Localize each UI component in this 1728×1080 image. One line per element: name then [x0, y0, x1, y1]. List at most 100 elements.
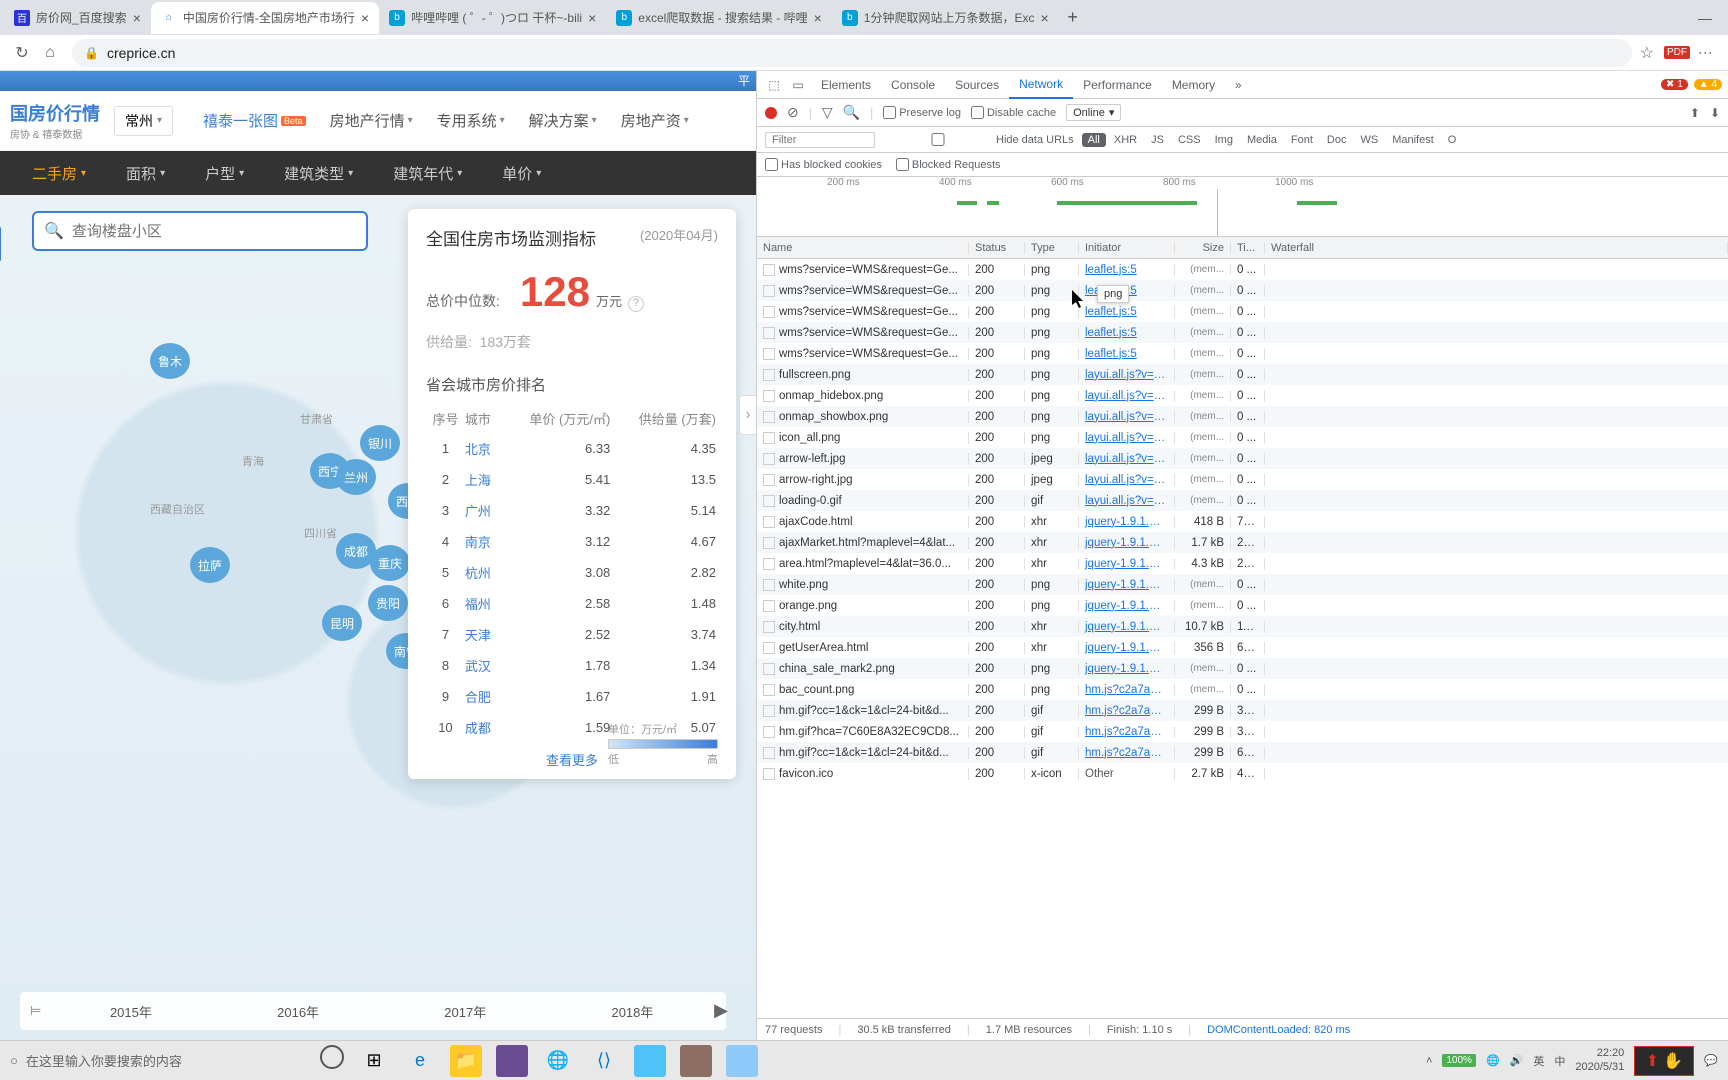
map-marker[interactable]: 重庆 — [370, 545, 410, 581]
rank-row[interactable]: 8武汉1.781.34 — [428, 651, 716, 680]
more-tabs-icon[interactable]: » — [1227, 78, 1249, 92]
record-button[interactable] — [765, 107, 777, 119]
filter-pill[interactable]: Media — [1241, 133, 1283, 147]
network-row[interactable]: onmap_hidebox.png200pnglayui.all.js?v=2.… — [757, 385, 1728, 406]
blocked-requests-checkbox[interactable]: Blocked Requests — [896, 158, 1001, 171]
nav-item[interactable]: 房地产资 ▾ — [609, 110, 701, 131]
network-row[interactable]: wms?service=WMS&request=Ge...200pngleafl… — [757, 301, 1728, 322]
network-row[interactable]: ajaxMarket.html?maplevel=4&lat...200xhrj… — [757, 532, 1728, 553]
network-row[interactable]: wms?service=WMS&request=Ge...200pngleafl… — [757, 259, 1728, 280]
taskbar-search[interactable]: ○ 在这里输入你要搜索的内容 — [0, 1051, 300, 1070]
filter-pill[interactable]: Manifest — [1386, 133, 1440, 147]
ime-en-icon[interactable]: 英 — [1533, 1053, 1544, 1069]
app-blue-icon[interactable] — [634, 1045, 666, 1077]
browser-tab[interactable]: bexcel爬取数据 - 搜索结果 - 哔哩× — [606, 2, 832, 34]
help-icon[interactable]: ? — [628, 296, 644, 312]
filter-item[interactable]: 建筑年代 ▾ — [373, 163, 482, 184]
close-tab-icon[interactable]: × — [1040, 10, 1048, 26]
filter-pill[interactable]: All — [1082, 133, 1106, 147]
rank-row[interactable]: 3广州3.325.14 — [428, 496, 716, 525]
close-tab-icon[interactable]: × — [814, 10, 822, 26]
rank-row[interactable]: 4南京3.124.67 — [428, 527, 716, 556]
map-area[interactable]: 国 > 鲁木银川西宁兰州西安成都拉萨重庆贵阳昆明南宁 青海甘肃省四川省西藏自治区… — [0, 195, 756, 1040]
edge-icon[interactable]: e — [404, 1045, 436, 1077]
battery-indicator[interactable]: 100% — [1442, 1054, 1476, 1067]
network-row[interactable]: wms?service=WMS&request=Ge...200pngleafl… — [757, 322, 1728, 343]
network-row[interactable]: fullscreen.png200pnglayui.all.js?v=2...(… — [757, 364, 1728, 385]
search-input[interactable] — [72, 223, 356, 240]
timeline-year[interactable]: 2018年 — [549, 1002, 716, 1021]
map-marker[interactable]: 拉萨 — [190, 547, 230, 583]
timeline-year[interactable]: 2015年 — [47, 1002, 214, 1021]
rank-row[interactable]: 5杭州3.082.82 — [428, 558, 716, 587]
warning-count[interactable]: ▲ 4 — [1694, 79, 1722, 90]
filter-pill[interactable]: Doc — [1321, 133, 1353, 147]
blocked-cookies-checkbox[interactable]: Has blocked cookies — [765, 158, 882, 171]
net-header[interactable]: Ti... — [1231, 242, 1265, 254]
network-row[interactable]: wms?service=WMS&request=Ge...200pngleafl… — [757, 343, 1728, 364]
reload-button[interactable]: ↻ — [8, 43, 36, 63]
task-view-icon[interactable]: ⊞ — [358, 1045, 390, 1077]
net-header[interactable]: Status — [969, 242, 1025, 254]
nav-item[interactable]: 房地产行情 ▾ — [318, 110, 425, 131]
bookmark-star-icon[interactable]: ☆ — [1640, 43, 1654, 63]
network-row[interactable]: onmap_showbox.png200pnglayui.all.js?v=2.… — [757, 406, 1728, 427]
map-marker[interactable]: 昆明 — [322, 605, 362, 641]
network-row[interactable]: favicon.ico200x-iconOther2.7 kB40... — [757, 763, 1728, 784]
inspect-icon[interactable]: ⬚ — [763, 78, 785, 92]
city-selector[interactable]: 常州 ▾ — [114, 106, 173, 136]
tray-widget[interactable]: ⬆✋ — [1634, 1046, 1694, 1076]
filter-item[interactable]: 户型 ▾ — [185, 163, 264, 184]
network-row[interactable]: getUserArea.html200xhrjquery-1.9.1.m...3… — [757, 637, 1728, 658]
minimize-button[interactable]: — — [1698, 10, 1712, 26]
browser-tab[interactable]: b哔哩哔哩 ( ゜- ゜)つロ 干杯~-bili× — [379, 2, 606, 34]
devtools-tab[interactable]: Elements — [811, 71, 881, 99]
new-tab-button[interactable]: + — [1059, 7, 1087, 28]
download-icon[interactable]: ⬇ — [1710, 106, 1720, 120]
network-row[interactable]: icon_all.png200pnglayui.all.js?v=2...(me… — [757, 427, 1728, 448]
network-row[interactable]: loading-0.gif200giflayui.all.js?v=2...(m… — [757, 490, 1728, 511]
filter-pill[interactable]: Img — [1209, 133, 1239, 147]
net-header[interactable]: Size — [1175, 242, 1231, 254]
nav-item[interactable]: 禧泰一张图 Beta — [191, 110, 318, 131]
nav-item[interactable]: 专用系统 ▾ — [425, 110, 517, 131]
network-row[interactable]: area.html?maplevel=4&lat=36.0...200xhrjq… — [757, 553, 1728, 574]
browser-tab[interactable]: 百房价网_百度搜索× — [4, 2, 151, 34]
site-logo[interactable]: 国房价行情 房协 & 禧泰数据 — [10, 100, 100, 141]
throttling-select[interactable]: Online ▾ — [1066, 104, 1121, 121]
browser-tab[interactable]: ⌂中国房价行情-全国房地产市场行× — [151, 2, 379, 34]
error-count[interactable]: ✖ 1 — [1661, 79, 1688, 90]
network-row[interactable]: city.html200xhrjquery-1.9.1.m...10.7 kB1… — [757, 616, 1728, 637]
browser-tab[interactable]: b1分钟爬取网站上万条数据，Exc× — [832, 2, 1059, 34]
timeline[interactable]: ⊨ 2015年2016年2017年2018年 ▶ — [20, 992, 726, 1030]
ime-zh-icon[interactable]: 中 — [1554, 1053, 1565, 1069]
filter-pill[interactable]: JS — [1145, 133, 1170, 147]
devtools-tab[interactable]: Console — [881, 71, 945, 99]
notifications-icon[interactable]: 💬 — [1704, 1054, 1718, 1067]
disable-cache-checkbox[interactable]: Disable cache — [971, 106, 1056, 119]
filter-item[interactable]: 二手房 ▾ — [12, 163, 106, 184]
close-tab-icon[interactable]: × — [133, 10, 141, 26]
browser-menu-icon[interactable]: ⋮ — [1698, 46, 1714, 60]
rank-row[interactable]: 2上海5.4113.5 — [428, 465, 716, 494]
close-tab-icon[interactable]: × — [361, 10, 369, 26]
clear-button[interactable]: ⊘ — [787, 104, 799, 121]
net-header[interactable]: Name — [757, 242, 969, 254]
search-toggle-icon[interactable]: 🔍 — [843, 104, 860, 121]
chrome-icon[interactable]: 🌐 — [542, 1045, 574, 1077]
filter-pill[interactable]: XHR — [1108, 133, 1143, 147]
rank-row[interactable]: 6福州2.581.48 — [428, 589, 716, 618]
devtools-tab[interactable]: Memory — [1162, 71, 1225, 99]
network-row[interactable]: bac_count.png200pnghm.js?c2a7a3c...(mem.… — [757, 679, 1728, 700]
app-purple-icon[interactable] — [496, 1045, 528, 1077]
filter-pill[interactable]: WS — [1354, 133, 1384, 147]
pdf-badge[interactable]: PDF — [1664, 46, 1690, 59]
filter-item[interactable]: 面积 ▾ — [106, 163, 185, 184]
network-row[interactable]: arrow-left.jpg200jpeglayui.all.js?v=2...… — [757, 448, 1728, 469]
devtools-tab[interactable]: Sources — [945, 71, 1009, 99]
filter-toggle-icon[interactable]: ▽ — [822, 104, 833, 121]
rank-row[interactable]: 1北京6.334.35 — [428, 434, 716, 463]
close-tab-icon[interactable]: × — [588, 10, 596, 26]
network-row[interactable]: ajaxCode.html200xhrjquery-1.9.1.m...418 … — [757, 511, 1728, 532]
map-marker[interactable]: 银川 — [360, 425, 400, 461]
